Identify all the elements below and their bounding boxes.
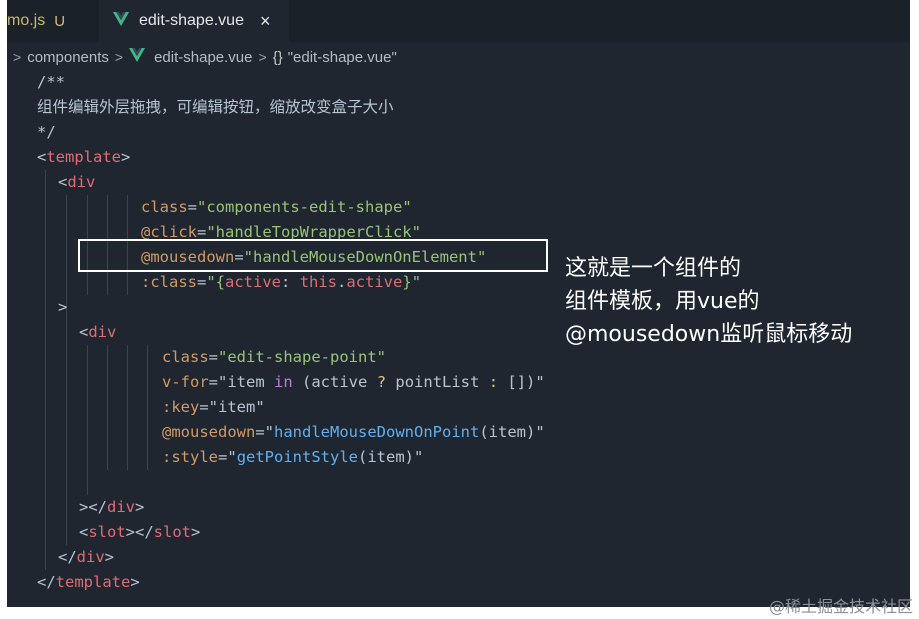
code-line: class="edit-shape-point" (162, 348, 386, 366)
attr-value: "item (218, 373, 275, 391)
attr-value: : (281, 273, 300, 291)
attr-value: "components-edit-shape" (197, 198, 412, 216)
attr-value: "{ (206, 273, 226, 291)
indent-guide (147, 345, 148, 470)
code-line: ></div> (79, 498, 145, 516)
indent-guide (127, 345, 128, 470)
attr-name: v-for (162, 373, 209, 391)
vue-file-icon (113, 11, 129, 31)
indent-guide (87, 345, 88, 495)
attr-value: active (225, 273, 282, 291)
annotation-line: 组件模板，用vue的 (565, 289, 760, 314)
untracked-badge: U (54, 12, 66, 30)
attr-value: : (488, 373, 499, 391)
tag-div: div (107, 498, 135, 516)
attr-value: }" (402, 273, 422, 291)
comment-text: 组件编辑外层拖拽，可编辑按钮，缩放改变盒子大小 (37, 98, 394, 116)
indent-guide (45, 170, 46, 570)
code-line: </template> (37, 573, 140, 591)
code-line: <div (58, 173, 96, 191)
attr-name: class (141, 198, 188, 216)
attr-value: (item)" (358, 448, 424, 466)
tag-slot: slot (153, 523, 191, 541)
breadcrumb-folder[interactable]: components (27, 49, 109, 66)
tag-template: template (46, 148, 121, 166)
tab-bar: mo.js U edit-shape.vue × (7, 0, 910, 42)
attr-value: pointList (386, 373, 489, 391)
tab-label: mo.js (7, 12, 46, 29)
code-line: 组件编辑外层拖拽，可编辑按钮，缩放改变盒子大小 (37, 95, 394, 120)
tab-label: edit-shape.vue (139, 12, 244, 29)
chevron-right-icon: > (114, 49, 124, 65)
breadcrumb-file[interactable]: edit-shape.vue (154, 49, 252, 66)
tag-template: template (55, 573, 131, 591)
tag-div: div (76, 548, 105, 566)
attr-value: handleMouseDownOnPoint (274, 423, 480, 441)
attr-value: . (337, 273, 347, 291)
attr-value: [])" (498, 373, 545, 391)
watermark: @稀土掘金技术社区 (768, 597, 913, 616)
attr-name: :class (141, 273, 197, 291)
chevron-right-icon: > (13, 49, 22, 65)
highlight-box (78, 239, 548, 272)
attr-name: @mousedown (162, 423, 256, 441)
code-line: <div (79, 323, 117, 341)
braces-icon: {} (272, 48, 283, 66)
indent-guide (66, 195, 67, 545)
breadcrumb: > components > edit-shape.vue > {} "edit… (7, 44, 910, 70)
code-line: */ (37, 120, 56, 145)
attr-value: " (264, 423, 275, 441)
code-line: :class="{active: this.active}" (141, 273, 422, 291)
tab-edit-shape-vue[interactable]: edit-shape.vue × (99, 0, 289, 42)
attr-value: "item" (208, 398, 265, 416)
code-line: :style="getPointStyle(item)" (162, 448, 424, 466)
code-line: </div> (58, 548, 115, 566)
attr-value: ? (376, 373, 387, 391)
attr-name: :key (162, 398, 200, 416)
attr-name: class (162, 348, 209, 366)
annotation-line: @mousedown监听鼠标移动 (565, 322, 853, 347)
attr-value: this (299, 273, 338, 291)
attr-value: " (227, 448, 237, 466)
close-tab-icon[interactable]: × (260, 11, 271, 32)
tag-div: div (88, 323, 117, 341)
attr-name: :style (162, 448, 218, 466)
tab-mo-js[interactable]: mo.js U (7, 0, 99, 42)
comment-close: */ (37, 123, 56, 141)
annotation-text: 这就是一个组件的 组件模板，用vue的 @mousedown监听鼠标移动 (565, 252, 910, 351)
annotation-line: 这就是一个组件的 (565, 256, 742, 281)
code-line: @mousedown="handleMouseDownOnPoint(item)… (162, 423, 545, 441)
code-line: <template> (37, 148, 131, 166)
tag-slot: slot (88, 523, 126, 541)
breadcrumb-symbol[interactable]: "edit-shape.vue" (288, 49, 397, 66)
code-editor: mo.js U edit-shape.vue × > components > … (7, 0, 910, 607)
code-line: /** (37, 70, 65, 95)
chevron-right-icon: > (258, 49, 267, 65)
code-line: class="components-edit-shape" (141, 198, 412, 216)
attr-value: in (274, 373, 293, 391)
code-line: <slot></slot> (79, 523, 201, 541)
code-line: > (58, 298, 68, 316)
attr-value: (active (292, 373, 377, 391)
comment-open: /** (37, 73, 65, 91)
code-line: :key="item" (162, 398, 265, 416)
attr-value: (item)" (479, 423, 545, 441)
attr-value: active (346, 273, 403, 291)
code-line: v-for="item in (active ? pointList : [])… (162, 373, 545, 391)
tag-div: div (67, 173, 96, 191)
indent-guide (107, 345, 108, 470)
attr-value: "edit-shape-point" (218, 348, 386, 366)
attr-value: getPointStyle (236, 448, 359, 466)
vue-file-icon (129, 48, 146, 66)
